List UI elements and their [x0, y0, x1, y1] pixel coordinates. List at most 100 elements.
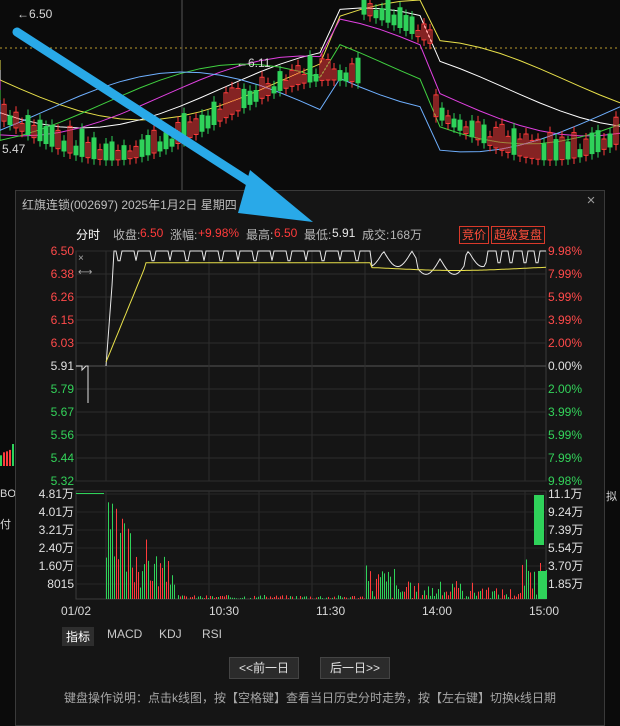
bg-candle-body [511, 128, 517, 155]
volume-bar [132, 567, 133, 599]
volume-bar [232, 597, 233, 599]
volume-bar [508, 597, 509, 599]
price-tick-label: 5.91 [51, 359, 75, 373]
volume-bar [126, 571, 127, 599]
percent-tick-label: 3.99% [548, 313, 582, 327]
volume-bar [204, 598, 205, 599]
volume-bar [336, 598, 337, 599]
volume-bar [504, 595, 505, 599]
tab-macd[interactable]: MACD [107, 627, 142, 641]
tab-kdj[interactable]: KDJ [159, 627, 182, 641]
volume-bar [224, 596, 225, 599]
volume-bar [114, 556, 115, 599]
volume-bar [402, 591, 403, 599]
volume-bar [208, 598, 209, 599]
volume-bar [282, 595, 283, 599]
tab-indicator[interactable]: 指标 [62, 627, 95, 646]
volume-bar [106, 557, 107, 599]
bg-candle-body [79, 128, 85, 157]
volume-bar [306, 596, 307, 599]
volume-bar [410, 582, 411, 599]
volume-bar [158, 586, 159, 599]
volume-bar [272, 597, 273, 599]
volume-bar [524, 585, 525, 599]
bg-candle-body [397, 7, 403, 28]
volume-bar [262, 598, 263, 599]
price-tick-label: 6.26 [51, 290, 75, 304]
volume-bar [518, 594, 519, 599]
intraday-chart[interactable]: 6.50 9.98% 6.38 7.99% 6.26 5.99% 6.15 3.99% 6.03… [16, 191, 604, 621]
volume-tick-label: 3.21万 [39, 523, 74, 537]
price-tick-label: 5.44 [51, 451, 75, 465]
bg-candle-body [145, 135, 151, 156]
bg-candle-body [211, 101, 217, 126]
close-x-icon: × [78, 253, 84, 264]
volume-bar [344, 596, 345, 599]
volume-bar [286, 595, 287, 599]
bg-candle-body [577, 149, 583, 158]
bg-candle-body [439, 107, 445, 121]
volume-bar [226, 595, 227, 599]
volume-bar [418, 583, 419, 599]
volume-bar [428, 586, 429, 599]
volume-bar [254, 595, 255, 599]
volume-bar [212, 596, 213, 599]
bg-high-price-label: ←6.50 [17, 7, 53, 21]
volume-bar [290, 596, 291, 599]
volume-bar [258, 596, 259, 599]
volume-tick-label: 4.81万 [39, 487, 74, 501]
tab-rsi[interactable]: RSI [202, 627, 222, 641]
volume-bar [380, 577, 381, 599]
bg-candle-body [43, 126, 49, 145]
volume-bar [274, 596, 275, 599]
volume-bar [384, 573, 385, 599]
volume-bar [464, 598, 465, 599]
bg-candle-body [451, 118, 457, 128]
volume-bar [154, 563, 155, 599]
volume-bar [366, 565, 367, 599]
next-day-button[interactable]: 后一日>> [320, 657, 390, 679]
bg-candle-body [541, 143, 547, 161]
percent-tick-label: 0.00% [548, 359, 582, 373]
volume-bar [520, 592, 521, 599]
volume-bar [388, 571, 389, 599]
bg-candle-body [373, 9, 379, 19]
volume-bar [486, 589, 487, 599]
volume-bar [242, 597, 243, 599]
intraday-popup: 红旗连锁(002697) 2025年1月2日 星期四 × 分时 收盘: 6.50… [15, 190, 605, 726]
volume-bar [456, 581, 457, 599]
volume-bar [280, 596, 281, 599]
price-tick-label: 5.79 [51, 382, 75, 396]
time-tick-label: 14:00 [422, 604, 452, 618]
volume-bar [184, 595, 185, 599]
price-tick-label: 6.50 [51, 244, 75, 258]
volume-bar [228, 595, 229, 599]
volume-bar [124, 523, 125, 599]
volume-bar [278, 597, 279, 599]
volume-bar [110, 529, 111, 599]
bg-left-price-label: 5.47 [2, 142, 26, 156]
volume-bar [442, 595, 443, 599]
volume-bar [216, 597, 217, 599]
bg-candle-body [277, 71, 283, 91]
volume-bar [128, 528, 129, 599]
time-tick-label: 10:30 [209, 604, 239, 618]
volume-bar [392, 597, 393, 599]
volume-bar [472, 582, 473, 599]
volume-bar [362, 596, 363, 599]
volume-bar [230, 597, 231, 599]
volume-bar [358, 598, 359, 599]
volume-bar [488, 587, 489, 599]
bg-candle-body [595, 130, 601, 153]
volume-bar [516, 596, 517, 599]
volume-bar [382, 571, 383, 599]
prev-day-button[interactable]: <<前一日 [229, 657, 299, 679]
percent-tick-label: 7.99% [548, 451, 582, 465]
volume-bar [118, 559, 119, 599]
volume-bar [360, 596, 361, 599]
volume-bar [338, 595, 339, 599]
auction-price-line [76, 365, 89, 404]
volume-bar [320, 596, 321, 599]
closing-auction-bar [534, 495, 544, 545]
bg-candle-body [307, 55, 313, 83]
